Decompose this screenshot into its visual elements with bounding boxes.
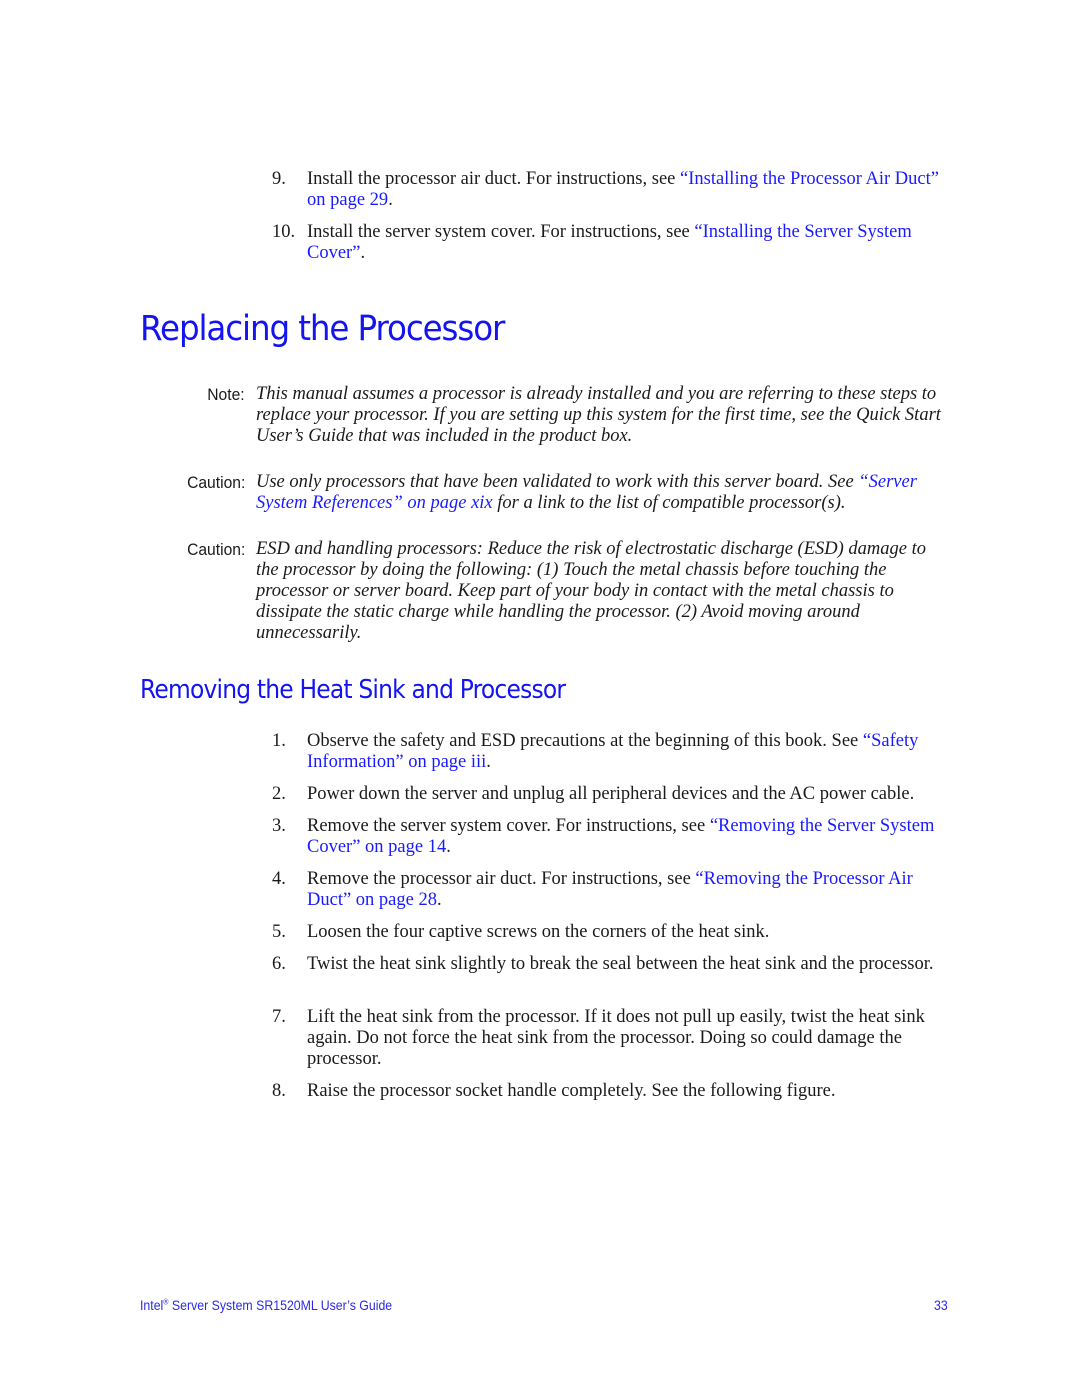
step-text: Raise the processor socket handle comple… <box>307 1081 836 1101</box>
step-text: Remove the server system cover. For inst… <box>307 816 710 836</box>
step-number: 3. <box>272 816 286 836</box>
admonition-text: Use only processors that have been valid… <box>256 472 859 492</box>
step-punctuation: . <box>388 190 393 210</box>
list-item: 9. Install the processor air duct. For i… <box>272 169 952 211</box>
step-text: Loosen the four captive screws on the co… <box>307 922 770 942</box>
list-item: 6. Twist the heat sink slightly to break… <box>272 954 952 975</box>
step-number: 8. <box>272 1081 286 1101</box>
step-text: Power down the server and unplug all per… <box>307 784 915 804</box>
footer-guide-title: Server System SR1520ML User’s Guide <box>168 1297 393 1313</box>
admonition-text: This manual assumes a processor is alrea… <box>256 384 941 446</box>
note-admonition: Note: This manual assumes a processor is… <box>150 384 950 447</box>
admonition-label: Note: <box>207 385 245 404</box>
list-item: 5. Loosen the four captive screws on the… <box>272 922 952 943</box>
step-punctuation: . <box>436 890 442 910</box>
list-item: 2. Power down the server and unplug all … <box>272 784 952 805</box>
list-item: 3. Remove the server system cover. For i… <box>272 816 952 858</box>
section-title: Replacing the Processor <box>140 309 505 349</box>
list-item: 10. Install the server system cover. For… <box>272 222 952 264</box>
step-number: 1. <box>272 731 286 751</box>
admonition-label: Caution: <box>186 540 245 559</box>
admonition-text-after: for a link to the list of compatible pro… <box>492 493 846 513</box>
step-number: 5. <box>272 922 286 942</box>
step-number: 4. <box>272 869 286 889</box>
admonition-text: ESD and handling processors: Reduce the … <box>256 539 926 643</box>
step-punctuation: . <box>446 837 451 857</box>
step-number: 7. <box>272 1007 286 1027</box>
list-item: 1. Observe the safety and ESD precaution… <box>272 731 952 773</box>
list-item: 8. Raise the processor socket handle com… <box>272 1081 952 1102</box>
step-punctuation: . <box>360 243 366 263</box>
step-number: 2. <box>272 784 286 804</box>
list-item: 4. Remove the processor air duct. For in… <box>272 869 952 911</box>
admonition-label: Caution: <box>186 473 245 492</box>
caution-admonition: Caution: ESD and handling processors: Re… <box>150 539 950 644</box>
step-number: 9. <box>272 169 286 189</box>
page-number: 33 <box>934 1297 948 1313</box>
step-text: Twist the heat sink slightly to break th… <box>307 954 934 974</box>
step-text: Remove the processor air duct. For instr… <box>307 869 696 889</box>
step-punctuation: . <box>486 752 491 772</box>
step-text: Lift the heat sink from the processor. I… <box>307 1007 925 1069</box>
subsection-title: Removing the Heat Sink and Processor <box>140 675 566 705</box>
footer-title: Intel® Server System SR1520ML User’s Gui… <box>140 1297 392 1313</box>
step-text: Install the processor air duct. For inst… <box>307 169 680 189</box>
caution-admonition: Caution: Use only processors that have b… <box>150 472 950 514</box>
step-text: Observe the safety and ESD precautions a… <box>307 731 863 751</box>
step-number: 10. <box>272 222 296 242</box>
step-number: 6. <box>272 954 286 974</box>
step-text: Install the server system cover. For ins… <box>307 222 695 242</box>
footer-brand: Intel <box>140 1297 164 1313</box>
list-item: 7. Lift the heat sink from the processor… <box>272 1007 952 1070</box>
